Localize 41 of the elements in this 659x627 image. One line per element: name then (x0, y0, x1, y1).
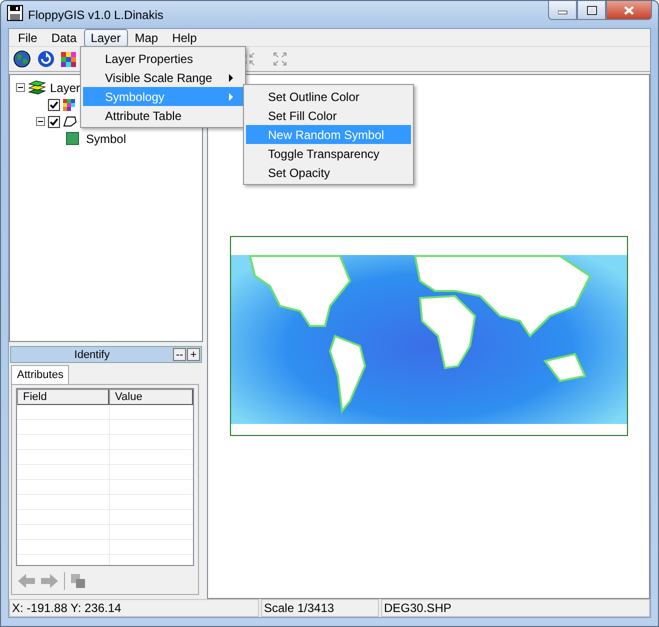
scale-readout: Scale 1/3413 (261, 599, 379, 617)
column-header[interactable]: Field (17, 389, 109, 405)
file-name-readout: DEG30.SHP (381, 599, 650, 617)
close-icon (624, 6, 634, 14)
menu-item[interactable]: Layer Properties (83, 49, 243, 68)
checkbox[interactable] (48, 116, 60, 128)
coordinates-readout: X: -191.88 Y: 236.14 (9, 599, 259, 617)
menu-item[interactable]: File (11, 28, 44, 46)
menu-item[interactable]: Help (165, 28, 204, 46)
panel-title: Identify (73, 348, 111, 360)
maximize-button[interactable] (577, 1, 606, 20)
menu-item[interactable]: Map (128, 28, 166, 46)
color-grid-icon[interactable] (61, 52, 76, 66)
menu-item[interactable]: Set Opacity (246, 163, 411, 182)
menu-item[interactable]: Set Fill Color (246, 106, 411, 125)
menu-item[interactable]: Attribute Table (83, 106, 243, 125)
globe-icon[interactable] (13, 50, 31, 68)
maximize-icon (586, 6, 596, 14)
menu-item[interactable]: Data (44, 28, 84, 46)
layers-icon (28, 80, 46, 95)
menu-item[interactable]: Visible Scale Range (83, 68, 243, 87)
overlap-squares-icon[interactable] (71, 574, 85, 588)
checkbox[interactable] (48, 98, 60, 110)
polygon-icon (63, 115, 77, 128)
collapse-icon[interactable] (16, 83, 25, 92)
column-header[interactable]: Value (109, 389, 193, 405)
tree-item-label[interactable]: Layer (49, 80, 82, 94)
panel-button[interactable]: + (187, 348, 200, 361)
menu-item[interactable]: Layer (84, 28, 128, 46)
collapse-icon[interactable] (36, 117, 45, 126)
fill-swatch (66, 132, 79, 145)
tab[interactable]: Attributes (11, 365, 70, 384)
menu-item[interactable]: Toggle Transparency (246, 144, 411, 163)
refresh-icon[interactable] (37, 50, 55, 68)
minimize-button[interactable] (548, 1, 577, 20)
panel-button[interactable]: -- (173, 348, 186, 361)
close-button[interactable] (606, 1, 652, 20)
menu-item[interactable]: Set Outline Color (246, 87, 411, 106)
window-title: FloppyGIS v1.0 L.Dinakis (28, 8, 164, 22)
raster-icon (63, 98, 75, 110)
tree-item-label[interactable]: Symbol (85, 132, 128, 146)
